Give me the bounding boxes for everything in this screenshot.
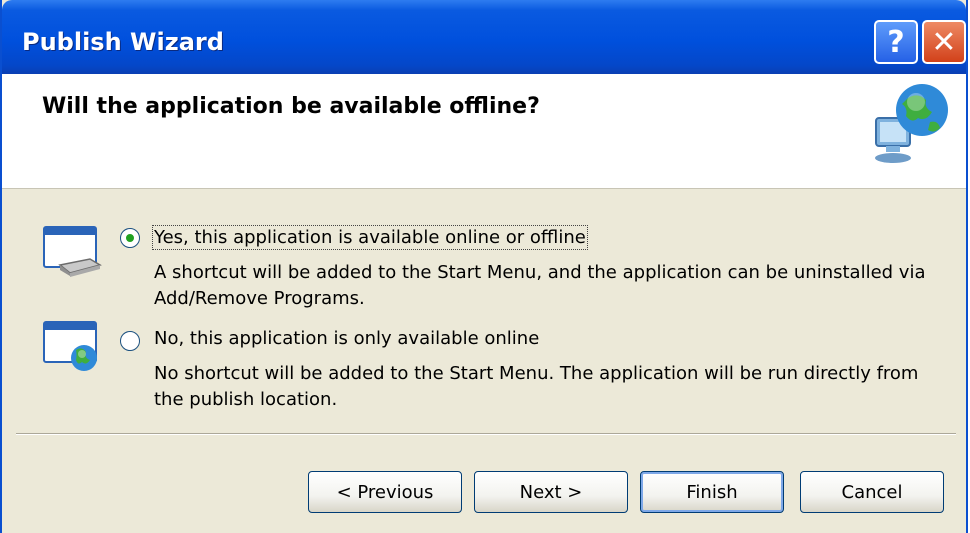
- page-title: Will the application be available offlin…: [42, 94, 540, 119]
- finish-button[interactable]: Finish: [640, 471, 784, 513]
- option-online-only-label[interactable]: No, this application is only available o…: [154, 328, 539, 349]
- option-online-offline-label[interactable]: Yes, this application is available onlin…: [152, 225, 588, 250]
- cancel-button[interactable]: Cancel: [800, 471, 944, 513]
- option-online-offline-description: A shortcut will be added to the Start Me…: [154, 262, 926, 309]
- previous-button[interactable]: < Previous: [308, 471, 462, 513]
- close-icon: ✕: [931, 24, 957, 60]
- footer-separator: [16, 433, 956, 435]
- close-button[interactable]: ✕: [922, 20, 966, 64]
- radio-online-only[interactable]: [120, 331, 140, 351]
- radio-online-offline[interactable]: [120, 228, 140, 248]
- option-online-only-description: No shortcut will be added to the Start M…: [154, 363, 919, 410]
- window-title: Publish Wizard: [22, 28, 224, 56]
- help-icon: ?: [887, 24, 905, 60]
- next-button[interactable]: Next >: [474, 471, 628, 513]
- window-globe-icon: [43, 321, 97, 371]
- wizard-header: Will the application be available offlin…: [2, 74, 966, 189]
- title-bar[interactable]: Publish Wizard ? ✕: [2, 0, 966, 74]
- publish-wizard-window: Publish Wizard ? ✕ Will the application …: [0, 0, 968, 533]
- globe-computer-icon: [875, 84, 948, 163]
- help-button[interactable]: ?: [874, 20, 918, 64]
- window-drive-icon: [43, 226, 102, 277]
